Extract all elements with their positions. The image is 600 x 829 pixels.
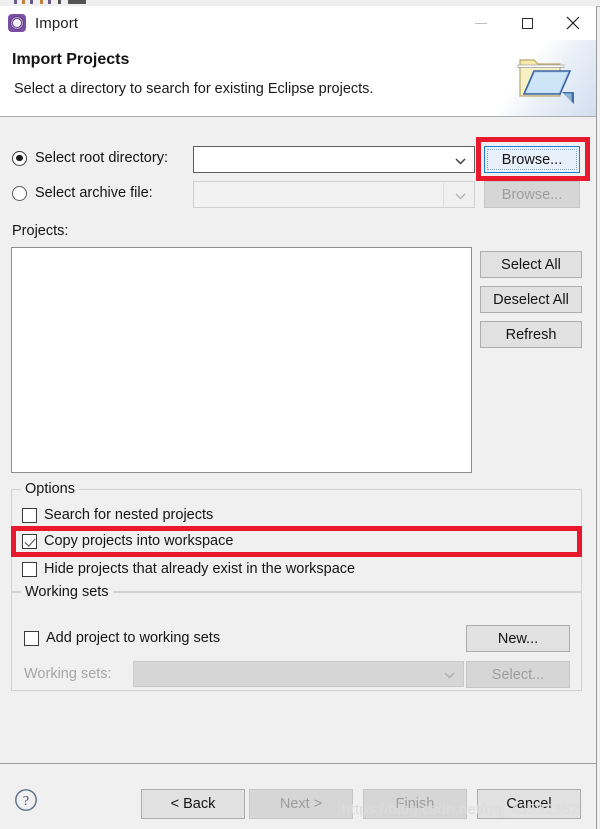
- select-root-directory-radio[interactable]: [12, 150, 27, 166]
- add-project-to-working-sets-label: Add project to working sets: [46, 630, 221, 646]
- search-nested-projects-checkbox[interactable]: [22, 507, 37, 523]
- back-label: < Back: [170, 796, 216, 812]
- browse-root-button[interactable]: Browse...: [484, 146, 580, 173]
- projects-label: Projects:: [12, 223, 69, 239]
- copy-projects-into-workspace-checkbox[interactable]: [22, 533, 37, 549]
- deselect-all-label: Deselect All: [493, 291, 569, 308]
- options-group-title: Options: [21, 481, 79, 497]
- add-project-to-working-sets-row[interactable]: Add project to working sets: [24, 630, 220, 646]
- working-sets-combo: [133, 661, 464, 687]
- help-icon[interactable]: ?: [14, 788, 38, 812]
- maximize-button[interactable]: [504, 6, 550, 40]
- select-archive-file-radio[interactable]: [12, 185, 27, 201]
- maximize-icon: [521, 17, 533, 29]
- dialog-window: Import Import Projects Select a director…: [0, 6, 597, 829]
- working-sets-group-title: Working sets: [21, 584, 113, 600]
- chevron-down-icon: [455, 192, 466, 200]
- title-bar: Import: [0, 6, 596, 40]
- select-all-label: Select All: [501, 256, 561, 273]
- select-archive-file-label: Select archive file:: [35, 185, 153, 201]
- svg-text:?: ?: [23, 794, 29, 809]
- root-directory-combo[interactable]: [193, 146, 475, 173]
- select-root-directory-radio-row[interactable]: Select root directory:: [12, 150, 168, 166]
- wizard-banner: Import Projects Select a directory to se…: [0, 40, 596, 117]
- hide-existing-projects-label: Hide projects that already exist in the …: [44, 561, 356, 577]
- focus-ring: [487, 149, 577, 170]
- archive-file-input: [195, 183, 444, 206]
- minimize-button[interactable]: [458, 6, 504, 40]
- copy-projects-into-workspace-label: Copy projects into workspace: [44, 533, 234, 549]
- add-project-to-working-sets-checkbox[interactable]: [24, 630, 39, 646]
- back-button[interactable]: < Back: [141, 789, 245, 819]
- browse-archive-button: Browse...: [484, 181, 580, 208]
- select-working-sets-label: Select...: [491, 666, 545, 683]
- copy-projects-into-workspace-row[interactable]: Copy projects into workspace: [22, 533, 233, 549]
- open-folder-icon: [517, 59, 574, 104]
- hide-existing-projects-row[interactable]: Hide projects that already exist in the …: [22, 561, 355, 577]
- refresh-label: Refresh: [505, 326, 557, 343]
- next-label: Next >: [279, 796, 323, 812]
- dialog-body: Select root directory: Browse... Select …: [0, 117, 596, 763]
- dialog-footer: ? < Back Next > Finish Cancel: [0, 763, 596, 829]
- page-title: Import Projects: [12, 51, 130, 68]
- minimize-icon: [475, 22, 487, 24]
- next-button: Next >: [249, 789, 353, 819]
- browse-archive-label: Browse...: [501, 186, 563, 203]
- new-working-set-button[interactable]: New...: [466, 625, 570, 652]
- select-all-button[interactable]: Select All: [480, 251, 582, 278]
- archive-file-combo: [193, 181, 475, 208]
- deselect-all-button[interactable]: Deselect All: [480, 286, 582, 313]
- eclipse-import-icon: [8, 14, 26, 32]
- watermark: https://blog.csdn.net/qq_43592352: [342, 801, 579, 818]
- new-working-set-label: New...: [497, 630, 539, 647]
- search-nested-projects-label: Search for nested projects: [44, 507, 214, 523]
- import-projects-dialog: Import Import Projects Select a director…: [0, 0, 600, 829]
- refresh-button[interactable]: Refresh: [480, 321, 582, 348]
- projects-list[interactable]: [11, 247, 472, 473]
- select-root-directory-label: Select root directory:: [35, 150, 168, 166]
- page-subtitle: Select a directory to search for existin…: [14, 81, 374, 97]
- select-archive-file-radio-row[interactable]: Select archive file:: [12, 185, 153, 201]
- chevron-down-icon[interactable]: [455, 157, 466, 165]
- working-sets-label: Working sets:: [24, 666, 112, 682]
- window-controls: [458, 6, 596, 40]
- hide-existing-projects-checkbox[interactable]: [22, 561, 37, 577]
- select-working-sets-button: Select...: [466, 661, 570, 688]
- close-icon: [566, 16, 580, 30]
- chevron-down-icon: [444, 672, 455, 679]
- search-nested-projects-row[interactable]: Search for nested projects: [22, 507, 213, 523]
- close-button[interactable]: [550, 6, 596, 40]
- window-title: Import: [35, 14, 79, 32]
- root-directory-input[interactable]: [199, 150, 443, 169]
